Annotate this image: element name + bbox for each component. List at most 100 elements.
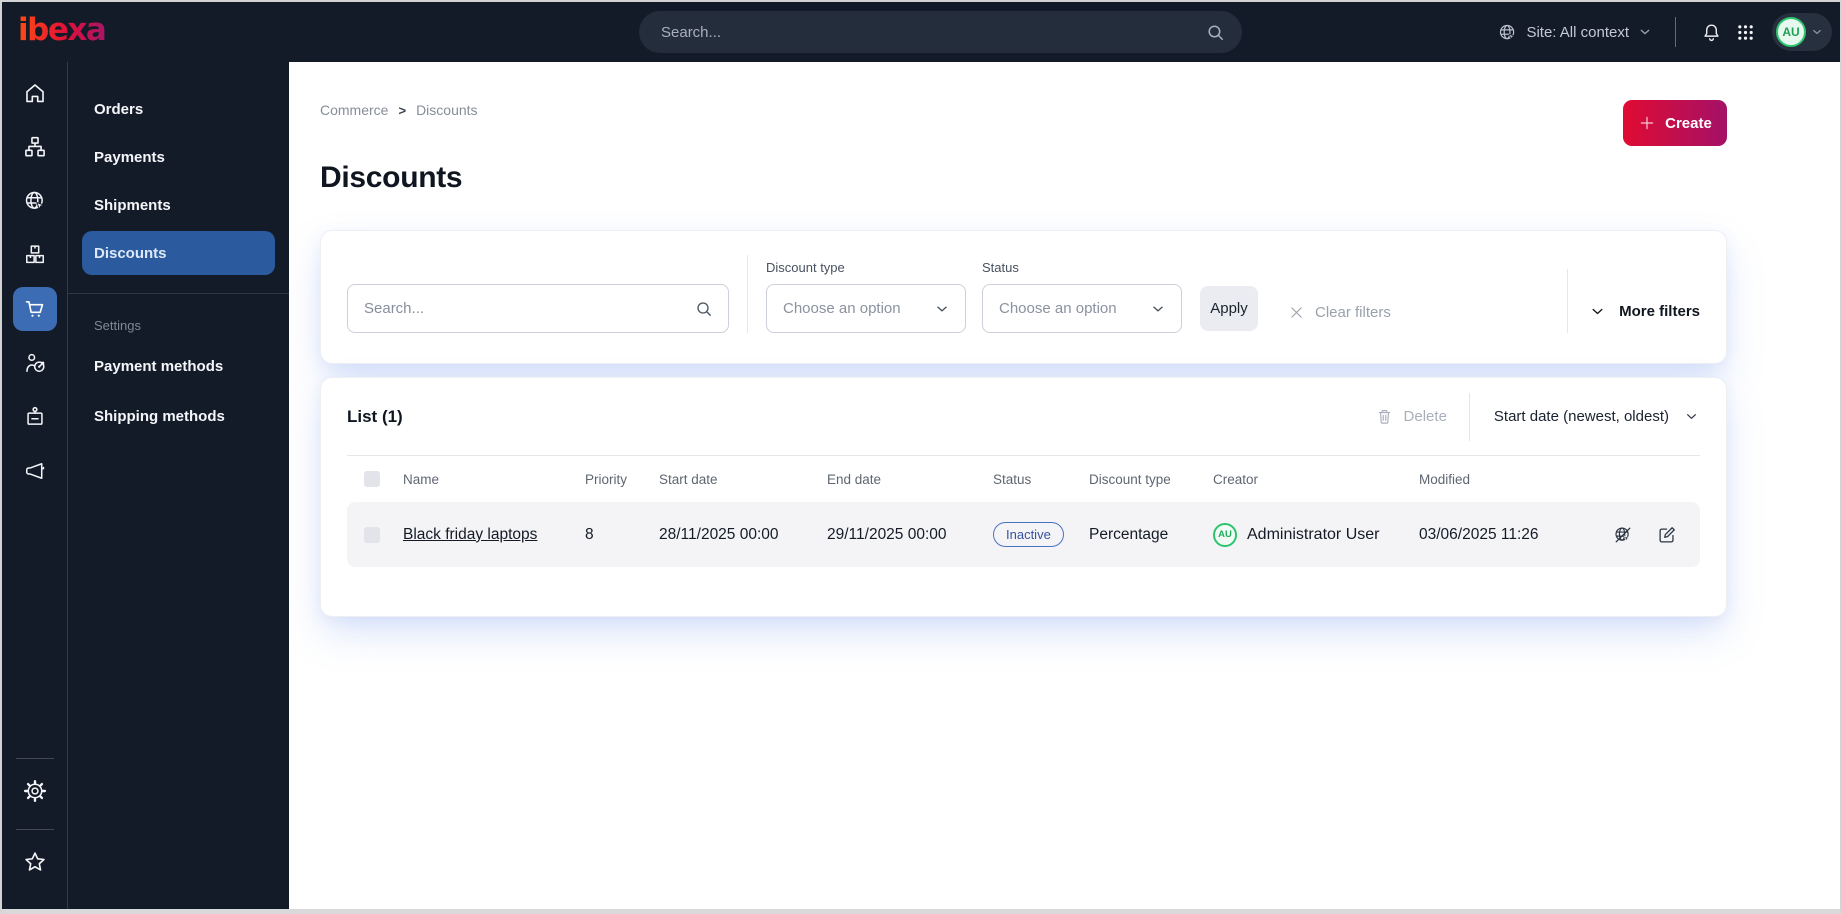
sitemap-icon bbox=[22, 134, 48, 160]
column-header-start-date[interactable]: Start date bbox=[659, 472, 827, 487]
sidebar-item-payment-methods[interactable]: Payment methods bbox=[82, 344, 275, 388]
rail-item-marketing[interactable] bbox=[13, 449, 57, 493]
sidebar-item-shipments[interactable]: Shipments bbox=[82, 183, 275, 227]
rail-item-commerce[interactable] bbox=[12, 287, 57, 331]
globe-icon bbox=[1497, 22, 1518, 43]
column-header-modified[interactable]: Modified bbox=[1419, 472, 1599, 487]
sidebar-section-label: Settings bbox=[94, 318, 141, 333]
clear-filters-label: Clear filters bbox=[1315, 304, 1391, 321]
column-header-discount-type[interactable]: Discount type bbox=[1089, 472, 1213, 487]
rail-item-customer-target[interactable] bbox=[13, 341, 57, 385]
table-header: Name Priority Start date End date Status… bbox=[347, 456, 1700, 502]
global-search bbox=[639, 11, 1242, 53]
main-area: Orders Payments Shipments Discounts Sett… bbox=[2, 62, 1840, 909]
discount-type-label: Discount type bbox=[766, 260, 845, 275]
rail-item-site[interactable] bbox=[13, 179, 57, 223]
site-context-label: Site: All context bbox=[1526, 23, 1629, 41]
rail-item-personnel-badge[interactable] bbox=[13, 395, 57, 439]
delete-button-label: Delete bbox=[1403, 408, 1447, 425]
creator-name: Administrator User bbox=[1247, 525, 1380, 543]
sidebar-item-label: Orders bbox=[94, 100, 144, 118]
boxes-icon bbox=[22, 242, 48, 268]
rail-item-home[interactable] bbox=[13, 71, 57, 115]
app-window: ibexa Site: All context bbox=[0, 0, 1842, 914]
user-menu[interactable]: AU bbox=[1772, 13, 1832, 51]
priority-cell: 8 bbox=[585, 525, 594, 543]
bell-icon bbox=[1700, 21, 1723, 44]
status-label: Status bbox=[982, 260, 1019, 275]
list-head-divider bbox=[1468, 392, 1470, 441]
megaphone-icon bbox=[22, 458, 48, 484]
sidebar-item-label: Payments bbox=[94, 148, 165, 166]
select-all-checkbox[interactable] bbox=[364, 471, 380, 487]
apply-button[interactable]: Apply bbox=[1200, 286, 1258, 331]
edit-icon[interactable] bbox=[1656, 524, 1678, 546]
table-row: Black friday laptops 8 28/11/2025 00:00 … bbox=[347, 502, 1700, 567]
filter-divider bbox=[1567, 269, 1569, 333]
more-filters-button[interactable]: More filters bbox=[1588, 302, 1700, 321]
column-header-name[interactable]: Name bbox=[403, 472, 585, 487]
column-header-end-date[interactable]: End date bbox=[827, 472, 993, 487]
create-button[interactable]: Create bbox=[1623, 100, 1727, 146]
breadcrumb-commerce[interactable]: Commerce bbox=[320, 102, 388, 118]
breadcrumb: Commerce > Discounts bbox=[320, 102, 1840, 118]
creator-avatar: AU bbox=[1213, 522, 1237, 547]
rail-item-settings[interactable] bbox=[13, 769, 57, 813]
sidebar-item-label: Shipments bbox=[94, 196, 171, 214]
page-content: Commerce > Discounts Create Discounts Se… bbox=[289, 62, 1840, 909]
create-button-label: Create bbox=[1665, 114, 1712, 132]
modified-cell: 03/06/2025 11:26 bbox=[1419, 525, 1539, 543]
home-icon bbox=[22, 80, 48, 106]
ibexa-logo[interactable]: ibexa bbox=[18, 14, 107, 50]
sort-dropdown[interactable]: Start date (newest, oldest) bbox=[1494, 408, 1700, 425]
star-icon bbox=[22, 849, 48, 875]
rail-item-product-catalog[interactable] bbox=[13, 233, 57, 277]
filters-panel: Discount type Choose an option Status Ch… bbox=[320, 230, 1727, 364]
search-icon[interactable] bbox=[1205, 22, 1226, 43]
notifications-button[interactable] bbox=[1694, 15, 1728, 49]
clear-filters-button[interactable]: Clear filters bbox=[1288, 304, 1391, 321]
sidebar-item-payments[interactable]: Payments bbox=[82, 135, 275, 179]
list-search bbox=[347, 284, 729, 333]
globe-cursor-icon bbox=[22, 188, 48, 214]
breadcrumb-separator: > bbox=[398, 102, 407, 118]
plus-icon bbox=[1638, 114, 1656, 132]
rail-item-bookmarks[interactable] bbox=[13, 840, 57, 884]
rail-divider bbox=[15, 758, 54, 759]
column-header-priority[interactable]: Priority bbox=[585, 472, 659, 487]
column-header-creator[interactable]: Creator bbox=[1213, 472, 1419, 487]
id-badge-icon bbox=[22, 404, 48, 430]
person-target-icon bbox=[22, 350, 48, 376]
rail-item-content-structure[interactable] bbox=[13, 125, 57, 169]
chevron-down-icon bbox=[1810, 25, 1824, 39]
breadcrumb-discounts[interactable]: Discounts bbox=[416, 102, 477, 118]
discount-type-cell: Percentage bbox=[1089, 525, 1169, 543]
global-search-input[interactable] bbox=[661, 23, 1205, 41]
avatar: AU bbox=[1776, 17, 1806, 47]
cart-icon bbox=[22, 296, 48, 322]
more-filters-label: More filters bbox=[1619, 303, 1700, 320]
status-select[interactable]: Choose an option bbox=[982, 284, 1182, 333]
discount-name-link[interactable]: Black friday laptops bbox=[403, 526, 585, 544]
row-actions bbox=[1599, 524, 1700, 546]
discount-type-select[interactable]: Choose an option bbox=[766, 284, 966, 333]
sidebar-item-label: Shipping methods bbox=[94, 407, 225, 425]
rail-divider bbox=[15, 829, 54, 830]
sidebar-item-shipping-methods[interactable]: Shipping methods bbox=[82, 394, 275, 438]
sidebar-item-orders[interactable]: Orders bbox=[82, 87, 275, 131]
app-switcher-button[interactable] bbox=[1728, 15, 1762, 49]
list-search-input[interactable] bbox=[364, 300, 694, 317]
sidebar-item-discounts[interactable]: Discounts bbox=[82, 231, 275, 275]
topbar-divider bbox=[1675, 17, 1676, 47]
top-bar: ibexa Site: All context bbox=[2, 2, 1840, 62]
search-icon[interactable] bbox=[694, 299, 714, 319]
topbar-right-cluster: Site: All context AU bbox=[1497, 2, 1832, 62]
sidebar-item-label: Payment methods bbox=[94, 357, 224, 375]
site-preview-disabled-icon[interactable] bbox=[1612, 524, 1634, 546]
site-context-selector[interactable]: Site: All context bbox=[1497, 22, 1653, 43]
chevron-down-icon bbox=[1683, 408, 1700, 425]
column-header-status[interactable]: Status bbox=[993, 472, 1089, 487]
row-checkbox[interactable] bbox=[364, 526, 380, 543]
discounts-list-panel: List (1) Delete Start date (newest, olde… bbox=[320, 377, 1727, 617]
delete-button[interactable]: Delete bbox=[1375, 407, 1447, 426]
